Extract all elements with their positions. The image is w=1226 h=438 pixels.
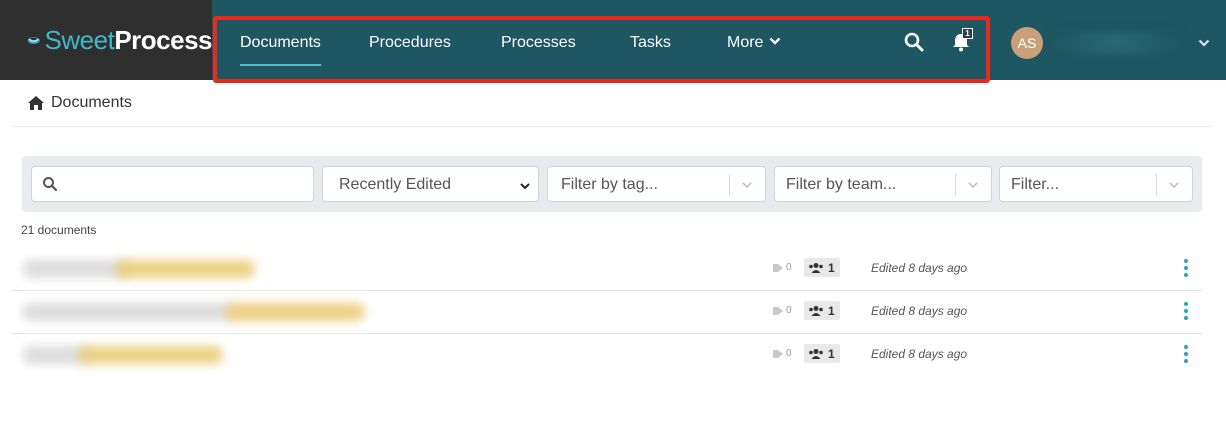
user-avatar[interactable]: AS — [1011, 27, 1043, 59]
user-name-redacted[interactable] — [1052, 32, 1180, 54]
edited-time: Edited 8 days ago — [871, 304, 968, 318]
team-count: 1 — [828, 260, 835, 275]
user-menu-chevron-down-icon[interactable] — [1197, 36, 1211, 50]
chevron-down-icon — [520, 183, 530, 190]
edited-time: Edited 8 days ago — [871, 347, 968, 361]
users-icon — [809, 348, 823, 359]
breadcrumb: Documents — [27, 92, 132, 114]
document-title-highlight-redacted — [115, 260, 255, 278]
document-count: 21 documents — [21, 223, 97, 237]
edited-time: Edited 8 days ago — [871, 261, 968, 275]
team-count: 1 — [828, 303, 835, 318]
chevron-down-icon — [1169, 182, 1179, 189]
nav-highlight-box — [213, 16, 990, 83]
other-filter-select[interactable]: Filter... — [999, 166, 1193, 202]
kebab-menu-icon[interactable] — [1182, 258, 1190, 278]
sweetprocess-logo-icon — [27, 37, 40, 44]
divider — [12, 126, 1212, 127]
home-icon[interactable] — [27, 95, 45, 111]
tag-icon — [773, 264, 783, 272]
tag-filter-select[interactable]: Filter by tag... — [547, 166, 766, 202]
tag-icon — [773, 350, 783, 358]
team-filter-select[interactable]: Filter by team... — [774, 166, 992, 202]
separator — [955, 174, 956, 196]
team-count-badge[interactable]: 1 — [804, 258, 840, 277]
team-count-badge[interactable]: 1 — [804, 301, 840, 320]
search-input[interactable] — [31, 166, 314, 202]
kebab-menu-icon[interactable] — [1182, 344, 1190, 364]
tag-filter-placeholder: Filter by tag... — [561, 176, 658, 193]
tag-count: 0 — [786, 305, 792, 316]
users-icon — [809, 305, 823, 316]
table-row[interactable]: 0 1 Edited 8 days ago — [0, 334, 1226, 376]
table-row[interactable]: 0 1 Edited 8 days ago — [0, 291, 1226, 333]
document-title-redacted[interactable] — [22, 303, 237, 321]
tag-icon — [773, 307, 783, 315]
logo-text-sweet: Sweet — [44, 24, 115, 55]
table-row[interactable]: 0 1 Edited 8 days ago — [0, 248, 1226, 290]
sort-select[interactable]: Recently Edited — [322, 166, 539, 202]
search-icon — [43, 177, 58, 192]
tag-count: 0 — [786, 262, 792, 273]
logo-text-process: Process — [114, 24, 212, 55]
breadcrumb-current: Documents — [51, 94, 132, 111]
separator — [729, 174, 730, 196]
team-count-badge[interactable]: 1 — [804, 344, 840, 363]
sort-select-value: Recently Edited — [339, 176, 452, 193]
users-icon — [809, 262, 823, 273]
logo[interactable]: Sweet Process — [0, 0, 212, 80]
chevron-down-icon — [742, 182, 752, 189]
kebab-menu-icon[interactable] — [1182, 301, 1190, 321]
tag-count: 0 — [786, 348, 792, 359]
other-filter-placeholder: Filter... — [1011, 176, 1060, 193]
filter-bar: Recently Edited Filter by tag... Filter … — [22, 156, 1202, 212]
team-filter-placeholder: Filter by team... — [786, 176, 897, 193]
chevron-down-icon — [968, 182, 978, 189]
separator — [1156, 174, 1157, 196]
document-title-highlight-redacted — [225, 303, 365, 321]
document-title-highlight-redacted — [78, 346, 223, 364]
team-count: 1 — [828, 346, 835, 361]
